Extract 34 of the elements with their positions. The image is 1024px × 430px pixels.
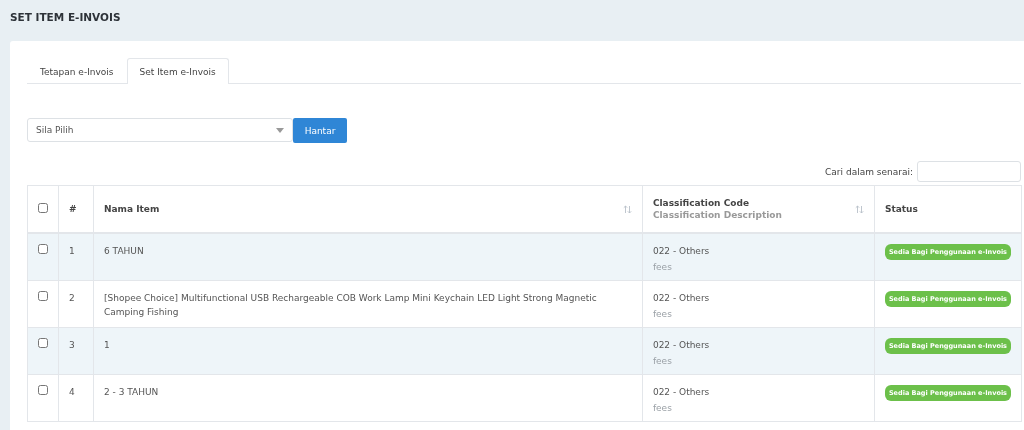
item-name: [Shopee Choice] Multifunctional USB Rechargeable COB Work Lamp Mini Keychain LED Light Strong Magnetic Camping Fishing	[104, 292, 597, 317]
page-title: SET ITEM E-INVOIS	[9, 10, 122, 25]
classification-code: 022 - Others	[652, 245, 711, 258]
row-checkbox[interactable]	[38, 384, 48, 395]
item-name: 1	[104, 339, 110, 350]
row-number: 1	[69, 246, 75, 256]
classification-code: 022 - Others	[652, 385, 711, 399]
select-all-checkbox[interactable]	[38, 203, 48, 213]
classification-description: fees	[652, 307, 673, 321]
item-name: 6 TAHUN	[104, 246, 144, 256]
item-name: 2 - 3 TAHUN	[104, 386, 159, 397]
row-number: 3	[69, 339, 75, 350]
sort-icon	[622, 204, 632, 214]
tab[interactable]: Tetapan e-Invois	[27, 58, 127, 84]
submit-button[interactable]: Hantar	[293, 118, 347, 143]
search-field[interactable]	[917, 161, 1021, 182]
column-header[interactable]: #	[69, 204, 77, 214]
row-checkbox[interactable]	[38, 244, 48, 254]
search-label: Cari dalam senarai:	[825, 166, 913, 177]
row-number: 4	[69, 386, 75, 397]
classification-description: fees	[652, 261, 673, 274]
column-header[interactable]: Nama Item	[104, 204, 632, 214]
row-number: 2	[69, 292, 75, 303]
column-header[interactable]: Status	[884, 204, 918, 214]
row-checkbox[interactable]	[38, 290, 48, 301]
classification-description: fees	[652, 354, 673, 368]
select-dropdown[interactable]: Sila Pilih	[27, 118, 293, 142]
caret-icon	[276, 127, 284, 133]
classification-code: 022 - Others	[652, 338, 711, 352]
row-checkbox[interactable]	[38, 337, 48, 348]
sort-icon	[854, 204, 864, 214]
classification-description: fees	[652, 401, 673, 415]
classification-code: 022 - Others	[652, 291, 711, 305]
tab[interactable]: Set Item e-Invois	[126, 58, 229, 84]
